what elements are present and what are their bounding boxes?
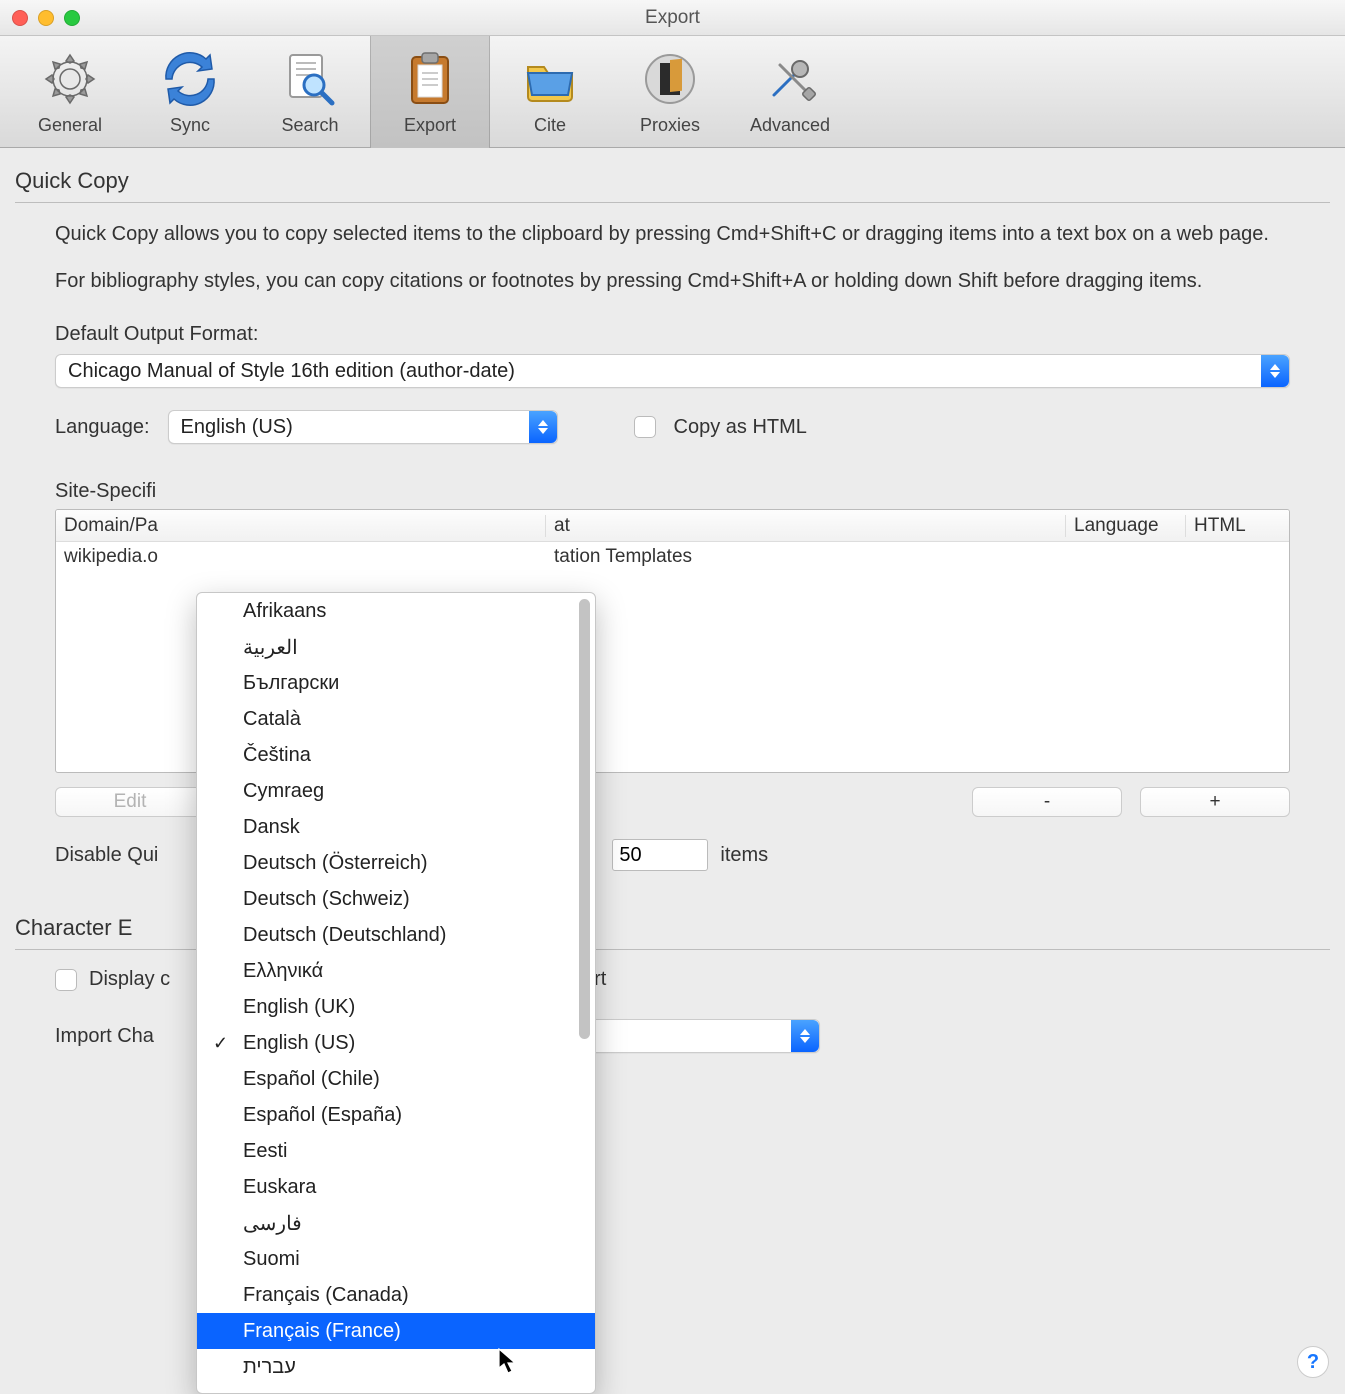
edit-button[interactable]: Edit bbox=[55, 787, 205, 817]
quick-copy-title: Quick Copy bbox=[15, 168, 1330, 194]
col-output-format[interactable]: at bbox=[546, 515, 1066, 537]
disable-quick-copy-label: Disable Qui bbox=[55, 844, 158, 867]
language-menu-item[interactable]: Deutsch (Österreich) bbox=[197, 845, 595, 881]
tab-label: Search bbox=[281, 115, 338, 136]
tab-label: Advanced bbox=[750, 115, 830, 136]
sync-icon bbox=[162, 51, 218, 107]
language-menu-item[interactable]: العربية bbox=[197, 629, 595, 665]
quick-copy-description-1: Quick Copy allows you to copy selected i… bbox=[55, 221, 1290, 248]
tab-general[interactable]: General bbox=[10, 36, 130, 148]
tab-export[interactable]: Export bbox=[370, 36, 490, 148]
tab-proxies[interactable]: Proxies bbox=[610, 36, 730, 148]
gear-icon bbox=[42, 51, 98, 107]
table-row[interactable]: wikipedia.o tation Templates bbox=[56, 542, 1289, 572]
chevron-updown-icon bbox=[1261, 355, 1289, 387]
door-icon bbox=[642, 51, 698, 107]
titlebar: Export bbox=[0, 0, 1345, 36]
language-menu-item[interactable]: Cymraeg bbox=[197, 773, 595, 809]
preferences-toolbar: General Sync Search Export Cite Proxies … bbox=[0, 36, 1345, 148]
divider bbox=[15, 202, 1330, 203]
tools-icon bbox=[762, 51, 818, 107]
cell-domain: wikipedia.o bbox=[56, 546, 546, 568]
col-domain[interactable]: Domain/Pa bbox=[56, 515, 546, 537]
tab-search[interactable]: Search bbox=[250, 36, 370, 148]
language-menu-item[interactable]: Dansk bbox=[197, 809, 595, 845]
language-dropdown-menu[interactable]: AfrikaansالعربيةБългарскиCatalàČeštinaCy… bbox=[196, 592, 596, 1394]
display-char-checkbox[interactable] bbox=[55, 969, 77, 991]
copy-as-html-label: Copy as HTML bbox=[674, 416, 807, 439]
chevron-updown-icon bbox=[791, 1020, 819, 1052]
language-menu-item[interactable]: Ελληνικά bbox=[197, 953, 595, 989]
help-button[interactable]: ? bbox=[1297, 1346, 1329, 1378]
tab-advanced[interactable]: Advanced bbox=[730, 36, 850, 148]
import-char-label: Import Cha bbox=[55, 1025, 154, 1048]
select-value: Chicago Manual of Style 16th edition (au… bbox=[56, 360, 1261, 383]
language-menu-item[interactable]: Deutsch (Schweiz) bbox=[197, 881, 595, 917]
language-menu-item[interactable]: Български bbox=[197, 665, 595, 701]
scrollbar[interactable] bbox=[579, 599, 590, 1039]
language-label: Language: bbox=[55, 416, 150, 439]
language-menu-item[interactable]: Español (España) bbox=[197, 1097, 595, 1133]
col-html[interactable]: HTML bbox=[1186, 515, 1289, 537]
language-menu-item[interactable]: Català bbox=[197, 701, 595, 737]
language-select[interactable]: English (US) bbox=[168, 410, 558, 444]
folder-icon bbox=[522, 51, 578, 107]
add-row-button[interactable]: + bbox=[1140, 787, 1290, 817]
mouse-cursor-icon bbox=[498, 1348, 516, 1374]
col-language[interactable]: Language bbox=[1066, 515, 1186, 537]
language-menu-item[interactable]: Čeština bbox=[197, 737, 595, 773]
language-menu-item[interactable]: Español (Chile) bbox=[197, 1061, 595, 1097]
language-menu-item[interactable]: Eesti bbox=[197, 1133, 595, 1169]
copy-as-html-checkbox[interactable] bbox=[634, 416, 656, 438]
language-menu-item[interactable]: Français (Canada) bbox=[197, 1277, 595, 1313]
remove-row-button[interactable]: - bbox=[972, 787, 1122, 817]
language-menu-item[interactable]: English (UK) bbox=[197, 989, 595, 1025]
items-label: items bbox=[720, 844, 768, 867]
default-output-format-label: Default Output Format: bbox=[55, 323, 1290, 346]
quick-copy-description-2: For bibliography styles, you can copy ci… bbox=[55, 268, 1290, 295]
clipboard-icon bbox=[402, 51, 458, 107]
language-menu-item[interactable]: Euskara bbox=[197, 1169, 595, 1205]
language-menu-item[interactable]: עברית bbox=[197, 1349, 595, 1385]
language-menu-item[interactable]: English (US) bbox=[197, 1025, 595, 1061]
import-char-select[interactable] bbox=[570, 1019, 820, 1053]
language-menu-item[interactable]: Suomi bbox=[197, 1241, 595, 1277]
tab-sync[interactable]: Sync bbox=[130, 36, 250, 148]
language-menu-item[interactable]: Français (France) bbox=[197, 1313, 595, 1349]
disable-count-input[interactable] bbox=[612, 839, 708, 871]
table-header: Domain/Pa at Language HTML bbox=[56, 510, 1289, 542]
language-menu-item[interactable]: Deutsch (Deutschland) bbox=[197, 917, 595, 953]
chevron-updown-icon bbox=[529, 411, 557, 443]
display-char-label: Display c bbox=[89, 968, 170, 991]
site-specific-settings-label: Site-Specifi bbox=[55, 480, 1290, 503]
tab-label: Sync bbox=[170, 115, 210, 136]
tab-label: Export bbox=[404, 115, 456, 136]
select-value: English (US) bbox=[169, 416, 529, 439]
tab-label: General bbox=[38, 115, 102, 136]
search-doc-icon bbox=[282, 51, 338, 107]
cell-format: tation Templates bbox=[546, 546, 1066, 568]
language-menu-list: AfrikaansالعربيةБългарскиCatalàČeštinaCy… bbox=[197, 593, 595, 1385]
tab-cite[interactable]: Cite bbox=[490, 36, 610, 148]
language-menu-item[interactable]: فارسی bbox=[197, 1205, 595, 1241]
tab-label: Cite bbox=[534, 115, 566, 136]
default-output-format-select[interactable]: Chicago Manual of Style 16th edition (au… bbox=[55, 354, 1290, 388]
tab-label: Proxies bbox=[640, 115, 700, 136]
language-menu-item[interactable]: Afrikaans bbox=[197, 593, 595, 629]
window-title: Export bbox=[0, 7, 1345, 29]
